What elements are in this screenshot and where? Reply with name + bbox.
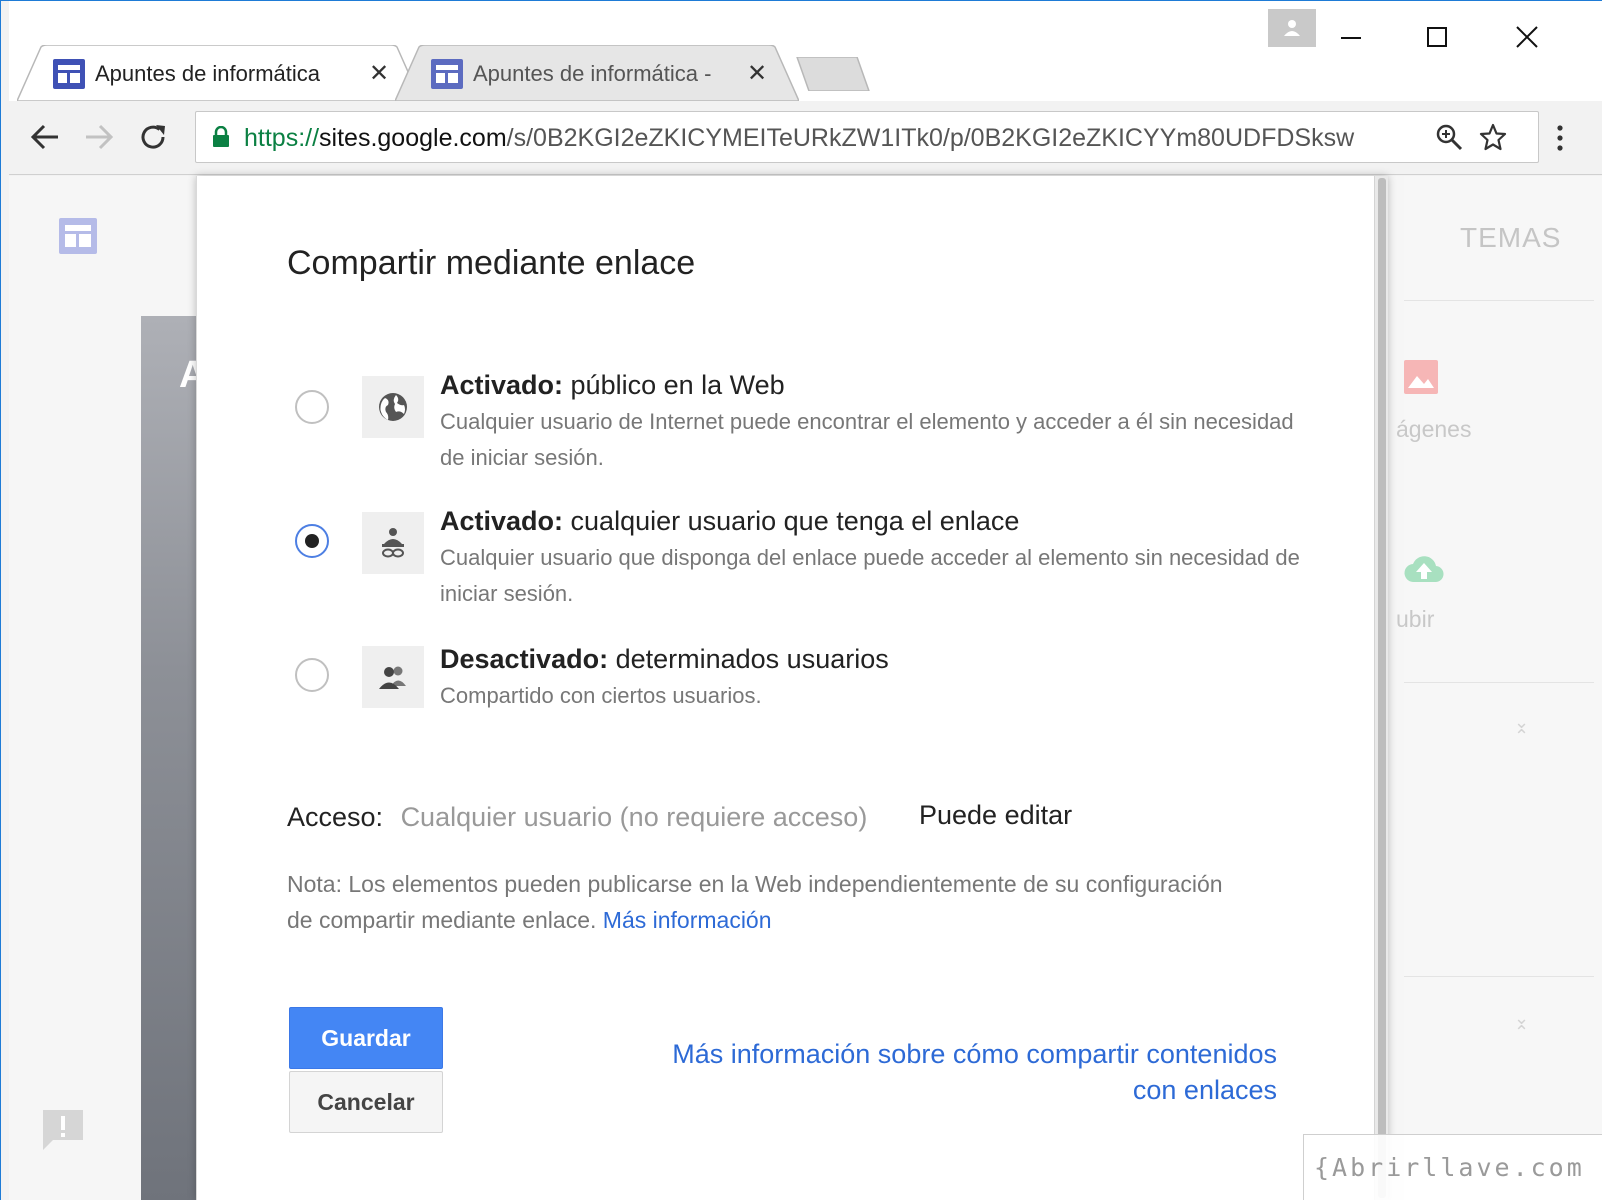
- zoom-icon[interactable]: [1434, 122, 1464, 152]
- option-icon-box: [362, 512, 424, 574]
- option-label: determinados usuarios: [608, 644, 889, 674]
- close-window-button[interactable]: [1497, 13, 1557, 61]
- watermark: {Abrirllave.com: [1303, 1134, 1602, 1200]
- option-description: Cualquier usuario que disponga del enlac…: [440, 545, 1300, 606]
- browser-window: Apuntes de informática ✕ Apuntes de info…: [0, 0, 1602, 1200]
- profile-button[interactable]: [1268, 9, 1316, 47]
- tab-active[interactable]: Apuntes de informática ✕: [17, 45, 421, 101]
- option-icon-box: [362, 376, 424, 438]
- expand-chevrons-icon[interactable]: ⌄ ⌃: [1514, 714, 1529, 746]
- radio-specific-users[interactable]: [295, 658, 329, 692]
- tab-close-icon[interactable]: ✕: [747, 59, 767, 87]
- tab-title: Apuntes de informática: [95, 61, 321, 86]
- radio-anyone-with-link[interactable]: [295, 524, 329, 558]
- upload-cloud-icon[interactable]: [1404, 552, 1444, 586]
- radio-selected-dot: [305, 534, 319, 548]
- option-status: Activado:: [440, 370, 564, 400]
- star-icon[interactable]: [1478, 122, 1508, 152]
- image-icon[interactable]: [1404, 360, 1438, 394]
- person-link-icon: [382, 528, 404, 558]
- reload-icon: [141, 125, 165, 149]
- access-row: Acceso: Cualquier usuario (no requiere a…: [287, 800, 1072, 833]
- forward-button[interactable]: [77, 115, 121, 159]
- divider: [1404, 300, 1594, 301]
- option-title: Activado: cualquier usuario que tenga el…: [440, 506, 1019, 537]
- upload-label: ubir: [1396, 606, 1435, 632]
- sites-icon: [431, 59, 463, 89]
- new-tab-button[interactable]: [795, 57, 871, 91]
- cancel-button[interactable]: Cancelar: [289, 1071, 443, 1133]
- radio-public-web[interactable]: [295, 390, 329, 424]
- option-status: Activado:: [440, 506, 564, 536]
- right-panel: TEMAS ágenes ubir ⌄ ⌃ ⌄ ⌃: [1396, 176, 1602, 1200]
- option-description: Compartido con ciertos usuarios.: [440, 683, 762, 708]
- divider: [1404, 682, 1594, 683]
- tab-strip: Apuntes de informática ✕ Apuntes de info…: [9, 1, 1602, 101]
- globe-icon: [379, 393, 407, 421]
- images-label: ágenes: [1396, 416, 1472, 442]
- menu-icon[interactable]: [1555, 123, 1565, 153]
- option-title: Desactivado: determinados usuarios: [440, 644, 889, 675]
- tab-close-icon[interactable]: ✕: [369, 59, 389, 87]
- back-button[interactable]: [23, 115, 67, 159]
- option-label: público en la Web: [563, 370, 785, 400]
- access-label: Acceso:: [287, 802, 384, 832]
- learn-more-sharing-link[interactable]: Más información sobre cómo compartir con…: [627, 1036, 1277, 1108]
- option-title: Activado: público en la Web: [440, 370, 785, 401]
- minimize-button[interactable]: [1321, 13, 1381, 61]
- tab-title: Apuntes de informática -: [473, 61, 712, 86]
- divider: [1404, 976, 1594, 977]
- access-permission-dropdown[interactable]: Puede editar: [919, 800, 1072, 831]
- note: Nota: Los elementos pueden publicarse en…: [287, 866, 1247, 938]
- expand-chevrons-icon[interactable]: ⌄ ⌃: [1514, 1010, 1529, 1042]
- option-status: Desactivado:: [440, 644, 609, 674]
- maximize-button[interactable]: [1407, 13, 1467, 61]
- option-label: cualquier usuario que tenga el enlace: [563, 506, 1020, 536]
- url-scheme: https://: [244, 124, 320, 152]
- browser-toolbar: https://sites.google.com/s/0B2KGI2eZKICY…: [9, 101, 1602, 175]
- close-icon: [1516, 26, 1538, 48]
- sites-logo-icon[interactable]: [59, 218, 97, 254]
- url-text: https://sites.google.com/s/0B2KGI2eZKICY…: [244, 124, 1424, 153]
- sites-icon: [53, 59, 85, 89]
- scrollbar-thumb[interactable]: [1378, 178, 1386, 1198]
- option-description: Cualquier usuario de Internet puede enco…: [440, 409, 1294, 470]
- dialog-scrollbar[interactable]: [1374, 176, 1388, 1200]
- reload-button[interactable]: [131, 115, 175, 159]
- address-bar[interactable]: https://sites.google.com/s/0B2KGI2eZKICY…: [195, 111, 1539, 163]
- option-icon-box: [362, 646, 424, 708]
- lock-icon: [213, 126, 229, 147]
- access-who: Cualquier usuario (no requiere acceso): [400, 802, 868, 832]
- minimize-icon: [1341, 37, 1361, 39]
- people-icon: [379, 666, 406, 689]
- share-link-dialog: Compartir mediante enlace Activado: públ…: [196, 176, 1388, 1200]
- themes-tab[interactable]: TEMAS: [1460, 222, 1561, 254]
- feedback-icon[interactable]: [39, 1106, 87, 1154]
- forward-arrow-icon: [86, 124, 114, 150]
- dialog-title: Compartir mediante enlace: [287, 244, 696, 282]
- back-arrow-icon: [30, 124, 58, 150]
- url-host: sites.google.com: [319, 124, 507, 152]
- tab-inactive[interactable]: Apuntes de informática - ✕: [395, 45, 799, 101]
- maximize-icon: [1427, 27, 1447, 47]
- user-icon: [1284, 20, 1300, 36]
- more-info-link[interactable]: Más información: [603, 907, 772, 933]
- url-path: /s/0B2KGI2eZKICYMEITeURkZW1ITk0/p/0B2KGI…: [506, 124, 1355, 152]
- save-button[interactable]: Guardar: [289, 1007, 443, 1069]
